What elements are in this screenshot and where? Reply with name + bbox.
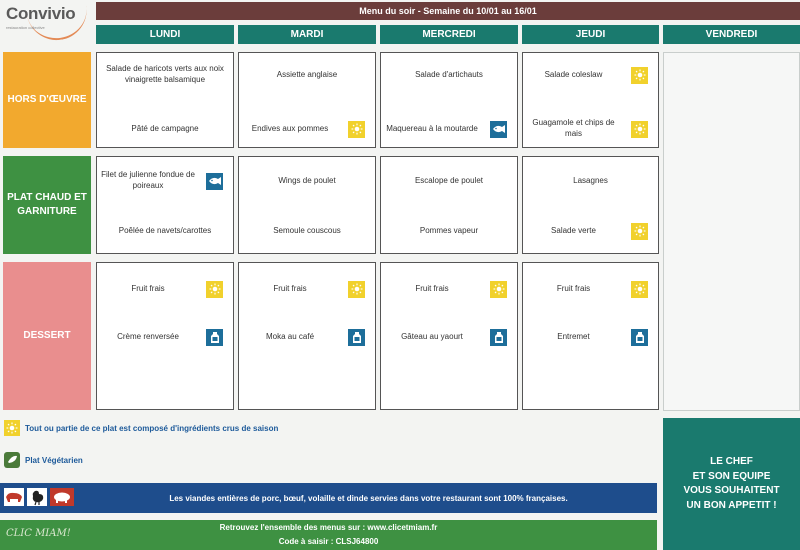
dairy-icon	[490, 328, 507, 346]
menu-cell-mardi-plat: Wings de poulet Semoule couscous	[238, 156, 376, 254]
menu-cell-lundi-plat: Filet de julienne fondue de poireaux Poêl…	[96, 156, 234, 254]
dish-name: Salade de haricots verts aux noix vinaig…	[106, 64, 224, 84]
pig-icon	[50, 488, 74, 506]
dish-name: Salade verte	[551, 225, 596, 235]
dish-name: Fruit frais	[415, 283, 449, 293]
dish-name: Guagamole et chips de mais	[532, 118, 615, 138]
chicken-icon	[27, 488, 47, 506]
dish-name: Salade d'artichauts	[415, 69, 483, 79]
sun-icon	[348, 280, 365, 298]
dish-name: Escalope de poulet	[414, 175, 484, 185]
dish-name: Fruit frais	[131, 283, 165, 293]
dairy-icon	[348, 328, 365, 346]
dish-name: Lasagnes	[573, 175, 608, 185]
dish-name: Filet de julienne fondue de poireaux	[101, 170, 195, 190]
day-header-jeudi: JEUDI	[522, 25, 659, 44]
day-header-mercredi: MERCREDI	[380, 25, 518, 44]
chef-line: VOUS SOUHAITENT	[683, 485, 780, 496]
dish-name: Assiette anglaise	[276, 69, 338, 79]
category-label: HORS D'ŒUVRE	[7, 94, 87, 105]
category-label: PLAT CHAUD ET GARNITURE	[7, 192, 87, 217]
menu-cell-mardi-hors-oeuvre: Assiette anglaise Endives aux pommes	[238, 52, 376, 148]
day-header-vendredi: VENDREDI	[663, 25, 800, 44]
menu-cell-lundi-dessert: Fruit frais Crème renversée	[96, 262, 234, 410]
dish-name: Crème renversée	[117, 331, 179, 341]
legend-vegetarian-text: Plat Végétarien	[25, 455, 83, 465]
menu-title-banner: Menu du soir - Semaine du 10/01 au 16/01	[96, 2, 800, 20]
animal-icons	[4, 488, 74, 506]
category-hors-oeuvre: HORS D'ŒUVRE	[3, 52, 91, 148]
legend-seasonal-text: Tout ou partie de ce plat est composé d'…	[25, 423, 279, 433]
sun-icon	[631, 120, 648, 138]
sun-icon	[490, 280, 507, 298]
meat-origin-banner: Les viandes entières de porc, bœuf, vola…	[0, 483, 657, 513]
menu-cell-mercredi-hors-oeuvre: Salade d'artichauts Maquereau à la moutar…	[380, 52, 518, 148]
day-header-mardi: MARDI	[238, 25, 376, 44]
menu-cell-jeudi-dessert: Fruit frais Entremet	[522, 262, 659, 410]
menu-cell-mardi-dessert: Fruit frais Moka au café	[238, 262, 376, 410]
sun-icon	[206, 280, 223, 298]
dairy-icon	[206, 328, 223, 346]
legend-seasonal: Tout ou partie de ce plat est composé d'…	[4, 420, 278, 436]
footer-code: Code à saisir : CLSJ64800	[278, 537, 379, 546]
logo-name: Convivio	[6, 4, 76, 23]
chef-line: UN BON APPETIT !	[686, 499, 777, 511]
footer-banner: CLIC MIAM! Retrouvez l'ensemble des menu…	[0, 520, 657, 550]
dish-name: Pâté de campagne	[131, 123, 199, 133]
dish-name: Fruit frais	[556, 283, 591, 293]
sun-icon	[348, 120, 365, 138]
sun-icon	[4, 420, 20, 436]
fish-icon	[490, 120, 507, 138]
fish-icon	[206, 172, 223, 190]
category-label: DESSERT	[23, 330, 71, 341]
chef-line: ET SON EQUIPE	[692, 470, 771, 482]
sun-icon	[631, 66, 648, 84]
footer-website: Retrouvez l'ensemble des menus sur : www…	[219, 523, 438, 532]
dish-name: Maquereau à la moutarde	[386, 123, 478, 133]
menu-cell-mercredi-plat: Escalope de poulet Pommes vapeur	[380, 156, 518, 254]
menu-cell-mercredi-dessert: Fruit frais Gâteau au yaourt	[380, 262, 518, 410]
convivio-logo: Convivio restauration collective	[0, 0, 91, 44]
vegetarian-icon	[4, 452, 20, 468]
dish-name: Pommes vapeur	[419, 225, 479, 235]
dish-name: Endives aux pommes	[251, 123, 329, 133]
vendredi-column	[663, 52, 800, 411]
category-dessert: DESSERT	[3, 262, 91, 410]
sun-icon	[631, 222, 648, 240]
dairy-icon	[631, 328, 648, 346]
dish-name: Salade coleslaw	[544, 69, 603, 79]
meat-origin-text: Les viandes entières de porc, bœuf, vola…	[169, 493, 568, 503]
menu-cell-jeudi-hors-oeuvre: Salade coleslaw Guagamole et chips de mai…	[522, 52, 659, 148]
legend-vegetarian: Plat Végétarien	[4, 452, 83, 468]
dish-name: Fruit frais	[273, 283, 307, 293]
dish-name: Gâteau au yaourt	[401, 331, 463, 341]
sun-icon	[631, 280, 648, 298]
logo-tagline: restauration collective	[6, 25, 45, 30]
day-header-lundi: LUNDI	[96, 25, 234, 44]
menu-cell-jeudi-plat: Lasagnes Salade verte	[522, 156, 659, 254]
chef-line: LE CHEF	[710, 456, 753, 467]
chef-message: LE CHEF ET SON EQUIPE VOUS SOUHAITENT UN…	[663, 418, 800, 550]
cow-icon	[4, 488, 24, 506]
category-plat-chaud: PLAT CHAUD ET GARNITURE	[3, 156, 91, 254]
dish-name: Moka au café	[265, 331, 315, 341]
dish-name: Semoule couscous	[273, 225, 341, 235]
dish-name: Wings de poulet	[278, 175, 336, 185]
menu-cell-lundi-hors-oeuvre: Salade de haricots verts aux noix vinaig…	[96, 52, 234, 148]
dish-name: Poêlée de navets/carottes	[118, 225, 212, 235]
dish-name: Entremet	[557, 331, 590, 341]
